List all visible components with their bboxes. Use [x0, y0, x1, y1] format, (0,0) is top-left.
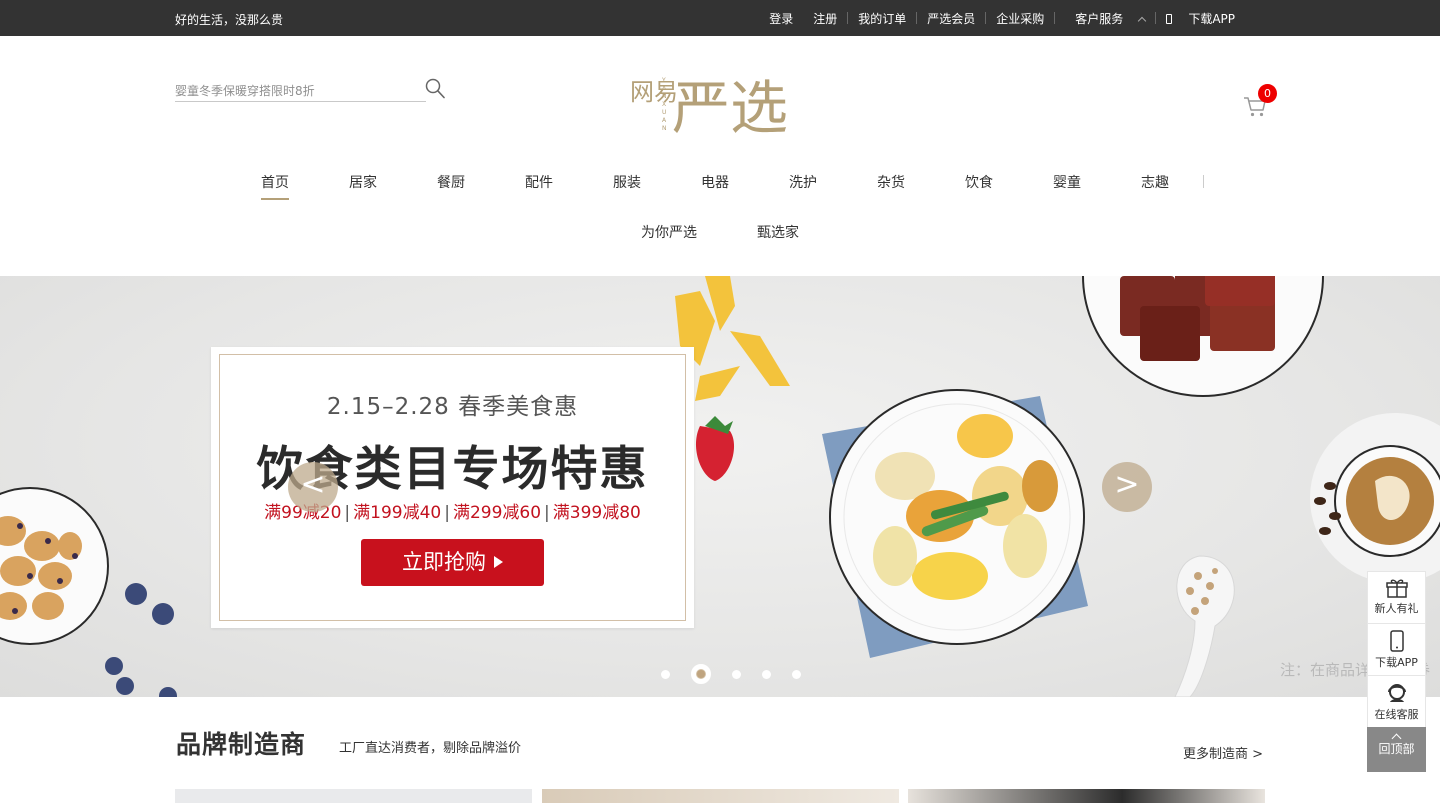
- promo-offers: 满99减20 | 满199减40 | 满299减60 | 满399减80: [264, 503, 641, 523]
- brand-section-title: 品牌制造商: [176, 730, 307, 759]
- carousel-dot[interactable]: [761, 669, 771, 679]
- customer-service-menu[interactable]: 客户服务: [1055, 10, 1155, 27]
- logo-small-text: 网易: [630, 78, 678, 106]
- search-input[interactable]: [175, 80, 426, 102]
- back-to-top-label: 回顶部: [1378, 742, 1415, 756]
- logo-mark: 网易 YAN XUAN 严选: [630, 74, 788, 142]
- phone-icon: [1166, 13, 1173, 24]
- nav-divider: [1203, 175, 1204, 188]
- online-service-button[interactable]: 在线客服: [1367, 675, 1426, 727]
- online-service-label: 在线客服: [1374, 708, 1419, 721]
- offer-item: 满199减40: [353, 503, 442, 523]
- nav-item-kitchen[interactable]: 餐厨: [437, 172, 465, 192]
- membership-link[interactable]: 严选会员: [917, 10, 985, 27]
- promo-date: 2.15–2.28 春季美食惠: [326, 394, 579, 420]
- sidebar-download-app-label: 下载APP: [1375, 656, 1418, 669]
- cart-count-badge: 0: [1258, 84, 1277, 103]
- nav-item-home-living[interactable]: 居家: [349, 172, 377, 192]
- more-manufacturers-link[interactable]: 更多制造商 >: [1183, 743, 1263, 762]
- svg-text:U: U: [662, 109, 666, 116]
- register-link[interactable]: 注册: [803, 10, 847, 27]
- nav-item-sundries[interactable]: 杂货: [877, 172, 905, 192]
- customer-service-label: 客户服务: [1075, 11, 1124, 26]
- promo-card: 2.15–2.28 春季美食惠 饮食类目专场特惠 满99减20 | 满199减40 |…: [211, 347, 694, 628]
- headset-icon: [1387, 684, 1406, 702]
- play-triangle-icon: [494, 556, 503, 568]
- cart-button[interactable]: 0: [1240, 84, 1280, 124]
- floating-sidebar: 新人有礼 下载APP 在线客服 回顶部: [1367, 571, 1426, 772]
- svg-text:A: A: [662, 117, 667, 124]
- search-box: [175, 76, 447, 102]
- offer-item: 满399减80: [552, 503, 641, 523]
- nav-item-curators[interactable]: 甄选家: [757, 222, 799, 242]
- manufacturer-card[interactable]: [175, 789, 532, 803]
- banner-next-button[interactable]: >: [1102, 462, 1152, 512]
- logo[interactable]: 网易 YAN XUAN 严选: [628, 72, 814, 142]
- enterprise-link[interactable]: 企业采购: [986, 10, 1054, 27]
- nav-item-picked-for-you[interactable]: 为你严选: [641, 222, 697, 242]
- chevron-up-icon: [1138, 16, 1147, 25]
- phone-icon: [1389, 630, 1404, 652]
- nav-item-apparel[interactable]: 服装: [613, 172, 641, 192]
- logo-pinyin: YAN XUAN: [661, 77, 667, 132]
- carousel-dots: [650, 664, 811, 684]
- buy-now-button[interactable]: 立即抢购: [361, 539, 544, 586]
- nav-item-personal-care[interactable]: 洗护: [789, 172, 817, 192]
- carousel-dot[interactable]: [660, 669, 670, 679]
- carousel-dot[interactable]: [731, 669, 741, 679]
- promo-headline: 饮食类目专场特惠: [256, 442, 649, 497]
- top-links: 登录 注册 我的订单 严选会员 企业采购 客户服务 下载APP: [759, 0, 1255, 36]
- svg-text:Y: Y: [661, 77, 666, 84]
- gift-icon: [1385, 579, 1408, 598]
- svg-text:N: N: [662, 93, 667, 100]
- sidebar-download-app-button[interactable]: 下载APP: [1367, 623, 1426, 675]
- nav-item-food[interactable]: 饮食: [965, 172, 993, 192]
- nav-item-baby[interactable]: 婴童: [1053, 172, 1081, 192]
- nav-item-interests[interactable]: 志趣: [1141, 172, 1169, 192]
- carousel-dot[interactable]: [791, 669, 801, 679]
- login-link[interactable]: 登录: [759, 10, 803, 27]
- top-bar: 好的生活，没那么贵 登录 注册 我的订单 严选会员 企业采购 客户服务 下载AP…: [0, 0, 1440, 36]
- manufacturer-card[interactable]: [542, 789, 899, 803]
- nav-item-appliances[interactable]: 电器: [701, 172, 729, 192]
- svg-text:X: X: [662, 101, 666, 108]
- carousel-dot-active[interactable]: [690, 664, 711, 684]
- search-icon[interactable]: [425, 78, 445, 100]
- new-user-gift-button[interactable]: 新人有礼: [1367, 571, 1426, 623]
- slogan: 好的生活，没那么贵: [175, 13, 284, 27]
- svg-text:N: N: [662, 125, 667, 132]
- banner-prev-button[interactable]: <: [288, 462, 338, 512]
- new-user-gift-label: 新人有礼: [1374, 602, 1419, 615]
- brand-section-subtitle: 工厂直达消费者，剔除品牌溢价: [339, 741, 522, 756]
- manufacturer-card[interactable]: [908, 789, 1265, 803]
- download-app-label: 下载APP: [1188, 11, 1235, 26]
- download-app-link[interactable]: 下载APP: [1156, 10, 1255, 27]
- hero-banner[interactable]: 2.15–2.28 春季美食惠 饮食类目专场特惠 满99减20 | 满199减40 |…: [0, 276, 1440, 697]
- my-orders-link[interactable]: 我的订单: [848, 10, 916, 27]
- nav-item-accessories[interactable]: 配件: [525, 172, 553, 192]
- back-to-top-button[interactable]: 回顶部: [1367, 727, 1426, 772]
- logo-big-text: 严选: [672, 74, 788, 140]
- buy-now-label: 立即抢购: [402, 550, 486, 574]
- nav-item-home[interactable]: 首页: [261, 172, 289, 200]
- offer-item: 满299减60: [452, 503, 542, 523]
